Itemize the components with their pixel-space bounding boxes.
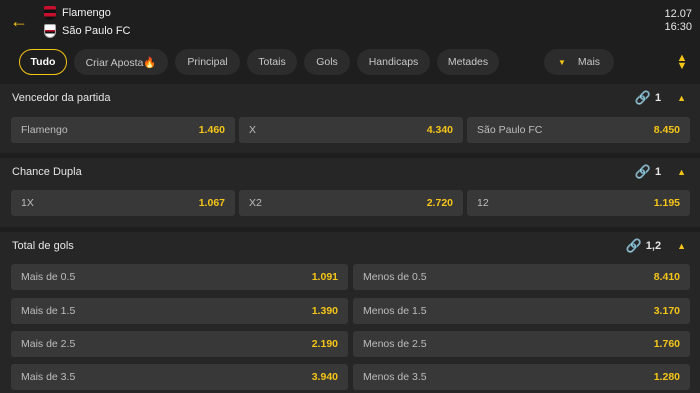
odd-value: 2.190 bbox=[311, 338, 338, 350]
odd-label: 12 bbox=[477, 197, 489, 209]
link-count: 1 bbox=[654, 92, 662, 104]
flamengo-crest-icon bbox=[44, 6, 56, 20]
tab-tudo[interactable]: Tudo bbox=[19, 49, 67, 75]
tab-handicaps[interactable]: Handicaps bbox=[357, 49, 430, 75]
arrow-left-icon[interactable]: ← bbox=[10, 11, 30, 31]
odd-value: 3.170 bbox=[653, 305, 680, 317]
sao-paulo-crest-icon bbox=[44, 24, 56, 38]
link-count: 1,2 bbox=[645, 240, 662, 252]
match-time: 16:30 bbox=[664, 21, 692, 33]
odd-button[interactable]: 1X 1.067 bbox=[11, 190, 235, 216]
odd-label: São Paulo FC bbox=[477, 124, 543, 136]
odd-value: 1.460 bbox=[198, 124, 225, 136]
market-meta[interactable]: 🔗 1 ▲ bbox=[635, 90, 686, 106]
link-icon: 🔗 bbox=[634, 90, 651, 105]
tab-label: Metades bbox=[447, 56, 489, 68]
match-datetime: 12.07 16:30 bbox=[664, 8, 692, 34]
tab-label: Tudo bbox=[30, 56, 56, 68]
odd-button[interactable]: X 4.340 bbox=[239, 117, 463, 143]
odd-value: 8.450 bbox=[653, 124, 680, 136]
tab-principal[interactable]: Principal bbox=[175, 49, 240, 75]
tab-label: Handicaps bbox=[368, 56, 419, 68]
odd-button[interactable]: Menos de 1.5 3.170 bbox=[353, 298, 690, 324]
match-date: 12.07 bbox=[664, 8, 692, 20]
tab-mais[interactable]: ▼ Mais bbox=[544, 49, 614, 75]
away-team-name: São Paulo FC bbox=[62, 25, 131, 37]
tab-totais[interactable]: Totais bbox=[247, 49, 297, 75]
odd-label: 1X bbox=[21, 197, 34, 209]
tab-gols[interactable]: Gols bbox=[304, 49, 350, 75]
tab-label: Criar Aposta🔥 bbox=[85, 56, 157, 69]
tab-label: Principal bbox=[187, 56, 228, 68]
tab-label: Mais bbox=[577, 56, 601, 68]
odd-button[interactable]: Menos de 3.5 1.280 bbox=[353, 364, 690, 390]
odd-button[interactable]: Menos de 0.5 8.410 bbox=[353, 264, 690, 290]
link-icon: 🔗 bbox=[625, 238, 642, 253]
chevron-up-icon: ▲ bbox=[677, 241, 686, 251]
market-meta[interactable]: 🔗 1,2 ▲ bbox=[626, 238, 686, 254]
odd-label: X2 bbox=[249, 197, 262, 209]
odd-button[interactable]: X2 2.720 bbox=[239, 190, 463, 216]
market-tabs: Tudo Criar Aposta🔥 Principal Totais Gols… bbox=[0, 44, 700, 84]
home-team: Flamengo bbox=[44, 5, 111, 21]
tab-label: Totais bbox=[258, 56, 286, 68]
odd-label: Mais de 3.5 bbox=[21, 371, 76, 383]
odd-label: Menos de 3.5 bbox=[363, 371, 427, 383]
tab-criar-aposta[interactable]: Criar Aposta🔥 bbox=[74, 49, 168, 75]
odd-value: 1.091 bbox=[311, 271, 338, 283]
chevron-up-icon: ▲ bbox=[677, 167, 686, 177]
odd-label: Mais de 2.5 bbox=[21, 338, 76, 350]
odd-button[interactable]: Menos de 2.5 1.760 bbox=[353, 331, 690, 357]
odd-value: 1.280 bbox=[653, 371, 680, 383]
match-header: ← Flamengo São Paulo FC 12.07 16:30 bbox=[0, 0, 700, 44]
odd-button[interactable]: São Paulo FC 8.450 bbox=[467, 117, 690, 143]
market-title: Total de gols bbox=[12, 240, 74, 252]
chevron-down-icon: ▼ bbox=[557, 57, 566, 67]
odd-value: 1.067 bbox=[198, 197, 225, 209]
odd-value: 1.760 bbox=[653, 338, 680, 350]
market-title: Vencedor da partida bbox=[12, 92, 111, 104]
chevron-up-icon: ▲ bbox=[677, 93, 686, 103]
odd-button[interactable]: Flamengo 1.460 bbox=[11, 117, 235, 143]
odd-value: 3.940 bbox=[311, 371, 338, 383]
market-meta[interactable]: 🔗 1 ▲ bbox=[635, 164, 686, 180]
odd-value: 1.195 bbox=[653, 197, 680, 209]
odd-label: Flamengo bbox=[21, 124, 68, 136]
odd-button[interactable]: Mais de 2.5 2.190 bbox=[11, 331, 348, 357]
odd-label: Mais de 1.5 bbox=[21, 305, 76, 317]
odd-value: 8.410 bbox=[653, 271, 680, 283]
odd-button[interactable]: Mais de 0.5 1.091 bbox=[11, 264, 348, 290]
odd-label: Menos de 2.5 bbox=[363, 338, 427, 350]
tab-label: Gols bbox=[316, 56, 338, 68]
collapse-all-icon[interactable]: ▲ ▼ bbox=[676, 53, 688, 72]
odd-label: Menos de 1.5 bbox=[363, 305, 427, 317]
odd-label: X bbox=[249, 124, 257, 136]
home-team-name: Flamengo bbox=[62, 7, 111, 19]
odd-value: 2.720 bbox=[426, 197, 453, 209]
link-icon: 🔗 bbox=[634, 164, 651, 179]
market-title: Chance Dupla bbox=[12, 166, 82, 178]
odd-label: Mais de 0.5 bbox=[21, 271, 76, 283]
away-team: São Paulo FC bbox=[44, 23, 130, 39]
odd-button[interactable]: 12 1.195 bbox=[467, 190, 690, 216]
tab-metades[interactable]: Metades bbox=[437, 49, 499, 75]
odd-label: Menos de 0.5 bbox=[363, 271, 427, 283]
odd-value: 1.390 bbox=[311, 305, 338, 317]
link-count: 1 bbox=[654, 166, 662, 178]
odd-value: 4.340 bbox=[426, 124, 453, 136]
odd-button[interactable]: Mais de 1.5 1.390 bbox=[11, 298, 348, 324]
odd-button[interactable]: Mais de 3.5 3.940 bbox=[11, 364, 348, 390]
